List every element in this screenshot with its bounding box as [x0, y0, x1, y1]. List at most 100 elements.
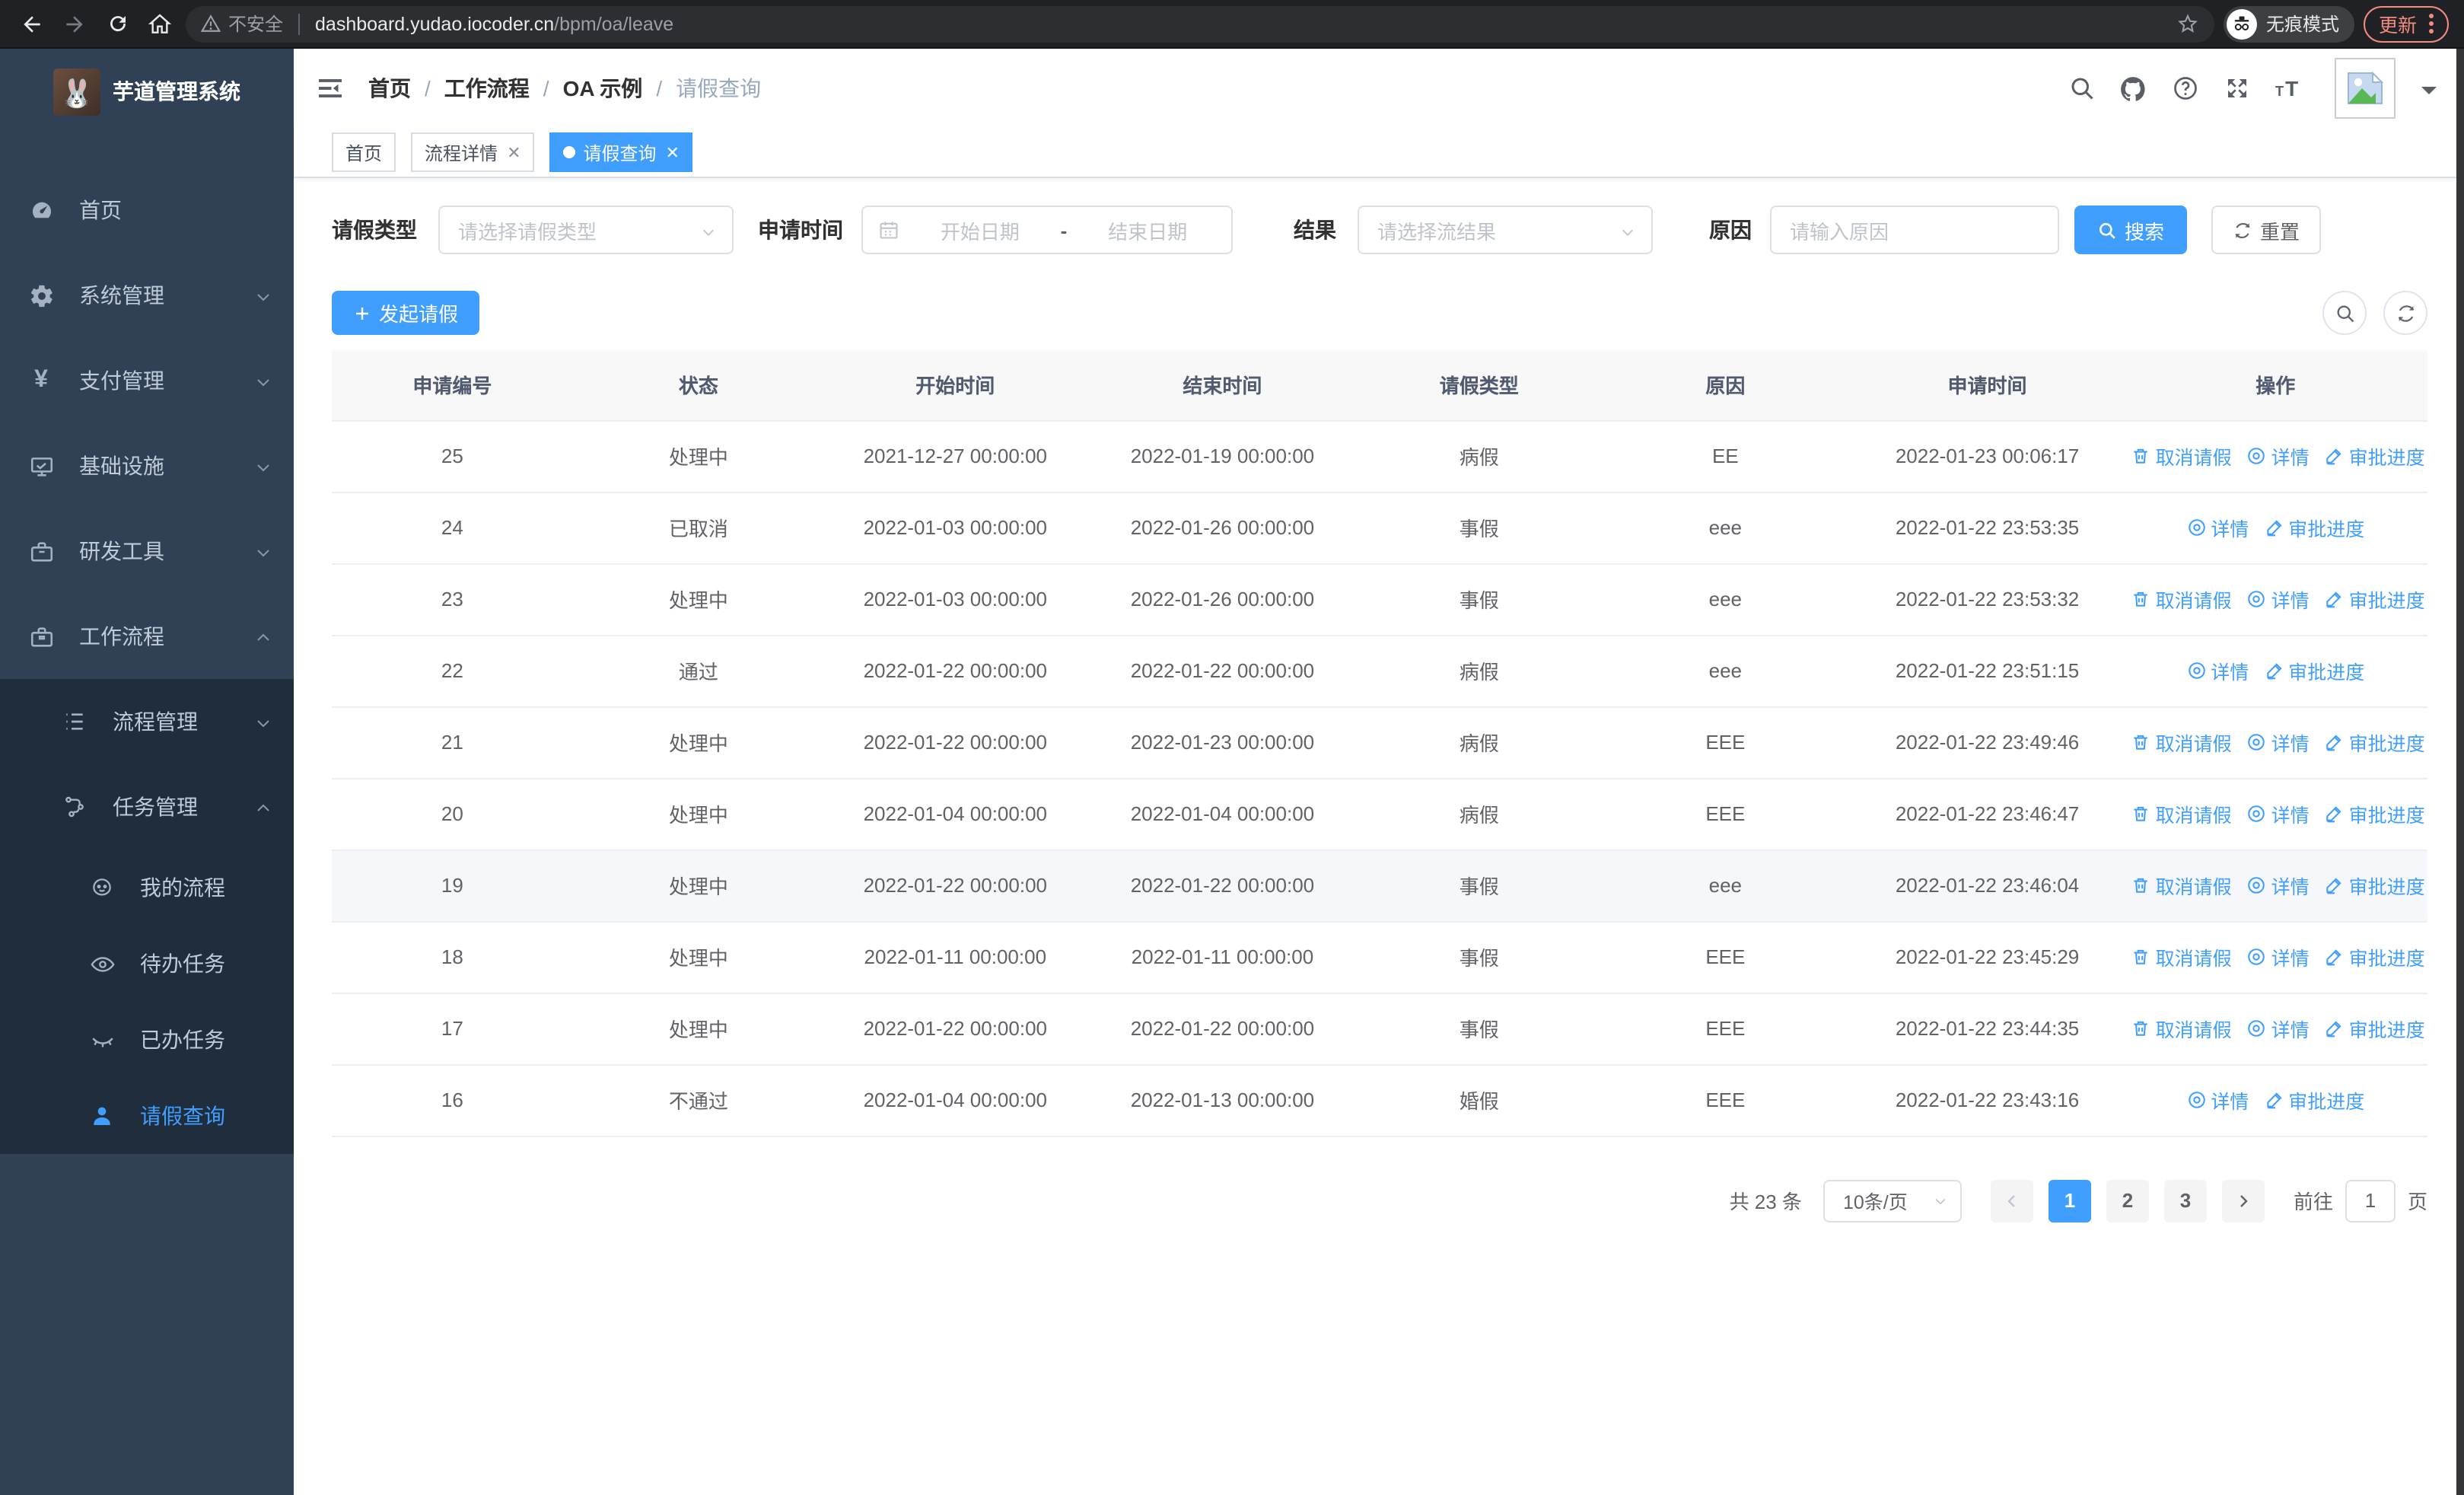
- page-button-2[interactable]: 2: [2106, 1179, 2149, 1222]
- tags-bar: 首页 流程详情 ✕ 请假查询 ✕: [294, 128, 2464, 178]
- eye-icon: [2248, 734, 2265, 751]
- sidebar-item-process-mgmt[interactable]: 流程管理: [0, 679, 294, 764]
- forward-icon[interactable]: [58, 7, 91, 40]
- url-text[interactable]: dashboard.yudao.iocoder.cn/bpm/oa/leave: [315, 13, 2167, 34]
- tab-close-icon[interactable]: ✕: [666, 142, 680, 162]
- progress-action-link[interactable]: 审批进度: [2325, 728, 2425, 757]
- breadcrumb-home[interactable]: 首页: [368, 73, 411, 104]
- progress-action-link[interactable]: 审批进度: [2264, 1085, 2364, 1114]
- detail-action-link[interactable]: 详情: [2247, 728, 2310, 757]
- page-size-select[interactable]: 10条/页: [1823, 1179, 1962, 1222]
- detail-action-link[interactable]: 详情: [2247, 799, 2310, 828]
- detail-action-link[interactable]: 详情: [2247, 441, 2310, 470]
- cancel-action-link[interactable]: 取消请假: [2131, 799, 2232, 828]
- reload-icon[interactable]: [100, 7, 134, 40]
- search-button[interactable]: 搜索: [2074, 206, 2188, 254]
- sidebar-item-devtools[interactable]: 研发工具: [0, 508, 294, 594]
- window-scrollbar[interactable]: [2456, 49, 2464, 1495]
- cell-reason: EEE: [1600, 993, 1851, 1065]
- apply-time-range-picker[interactable]: 开始日期 - 结束日期: [861, 206, 1233, 254]
- progress-action-link[interactable]: 审批进度: [2264, 656, 2364, 685]
- sidebar-item-leave-query[interactable]: 请假查询: [0, 1078, 294, 1154]
- progress-action-link[interactable]: 审批进度: [2325, 585, 2425, 614]
- tab-process-detail[interactable]: 流程详情 ✕: [411, 132, 535, 172]
- detail-action-link[interactable]: 详情: [2247, 871, 2310, 900]
- cancel-action-link[interactable]: 取消请假: [2131, 1014, 2232, 1043]
- detail-action-link[interactable]: 详情: [2186, 513, 2249, 542]
- progress-action-link[interactable]: 审批进度: [2325, 441, 2425, 470]
- sidebar-item-system[interactable]: 系统管理: [0, 253, 294, 338]
- cancel-action-link[interactable]: 取消请假: [2131, 441, 2232, 470]
- eye-icon: [2248, 948, 2265, 965]
- cancel-action-link[interactable]: 取消请假: [2131, 942, 2232, 971]
- goto-page-input[interactable]: 1: [2345, 1179, 2396, 1222]
- cell-status: 处理中: [572, 420, 825, 492]
- sidebar-menu: 首页 系统管理 ¥ 支付管理 基础设施 研发工具 工作流程 流程管理 任务管理 …: [0, 167, 294, 1154]
- next-page-button[interactable]: [2221, 1179, 2265, 1222]
- tab-leave-query[interactable]: 请假查询 ✕: [549, 132, 693, 172]
- breadcrumb-oa[interactable]: OA 示例: [563, 73, 643, 104]
- total-count: 共 23 条: [1729, 1191, 1802, 1213]
- sidebar-fold-icon[interactable]: [317, 75, 344, 102]
- detail-action-link[interactable]: 详情: [2186, 656, 2249, 685]
- create-leave-button[interactable]: 发起请假: [332, 291, 480, 335]
- progress-action-link[interactable]: 审批进度: [2325, 799, 2425, 828]
- font-size-icon[interactable]: TT: [2274, 74, 2303, 103]
- cell-start-time: 2022-01-22 00:00:00: [824, 993, 1087, 1065]
- table-body: 25 处理中 2021-12-27 00:00:00 2022-01-19 00:00…: [332, 420, 2427, 1136]
- app-logo[interactable]: 芋道管理系统: [0, 49, 294, 134]
- toggle-search-button[interactable]: [2322, 291, 2367, 335]
- date-start-placeholder[interactable]: 开始日期: [912, 215, 1049, 244]
- reset-button[interactable]: 重置: [2211, 206, 2322, 254]
- security-warning[interactable]: 不安全: [201, 11, 283, 37]
- tab-label: 首页: [345, 142, 383, 164]
- progress-action-link[interactable]: 审批进度: [2325, 942, 2425, 971]
- sidebar-item-home[interactable]: 首页: [0, 167, 294, 253]
- trash-icon: [2134, 1021, 2148, 1036]
- cancel-action-link[interactable]: 取消请假: [2131, 871, 2232, 900]
- reason-input[interactable]: 请输入原因: [1770, 206, 2059, 254]
- sidebar-item-done-tasks[interactable]: 已办任务: [0, 1002, 294, 1078]
- avatar[interactable]: [2335, 58, 2396, 119]
- sidebar-item-my-process[interactable]: 我的流程: [0, 850, 294, 926]
- progress-action-link[interactable]: 审批进度: [2325, 871, 2425, 900]
- calendar-icon: [878, 219, 899, 241]
- back-icon[interactable]: [15, 7, 49, 40]
- result-select[interactable]: 请选择流结果: [1358, 206, 1653, 254]
- cell-leave-type: 病假: [1358, 420, 1600, 492]
- bookmark-star-icon[interactable]: [2176, 10, 2199, 37]
- page-button-3[interactable]: 3: [2163, 1179, 2207, 1222]
- help-icon[interactable]: [2170, 74, 2199, 103]
- page-button-1[interactable]: 1: [2048, 1179, 2091, 1222]
- cancel-action-link[interactable]: 取消请假: [2131, 585, 2232, 614]
- browser-update-button[interactable]: 更新: [2363, 5, 2449, 42]
- prev-page-button[interactable]: [1990, 1179, 2033, 1222]
- tab-home[interactable]: 首页: [332, 132, 396, 172]
- detail-action-link[interactable]: 详情: [2247, 585, 2310, 614]
- sidebar-item-workflow[interactable]: 工作流程: [0, 594, 294, 679]
- github-icon[interactable]: [2119, 74, 2147, 103]
- browser-menu-icon[interactable]: [2429, 14, 2434, 33]
- progress-action-link[interactable]: 审批进度: [2325, 1014, 2425, 1043]
- progress-action-link[interactable]: 审批进度: [2264, 513, 2364, 542]
- sidebar-item-infra[interactable]: 基础设施: [0, 423, 294, 508]
- address-bar[interactable]: 不安全 dashboard.yudao.iocoder.cn/bpm/oa/le…: [186, 5, 2214, 42]
- cancel-action-link[interactable]: 取消请假: [2131, 728, 2232, 757]
- refresh-table-button[interactable]: [2383, 291, 2427, 335]
- sidebar-item-task-mgmt[interactable]: 任务管理: [0, 764, 294, 850]
- detail-action-link[interactable]: 详情: [2186, 1085, 2249, 1114]
- date-end-placeholder[interactable]: 结束日期: [1079, 215, 1216, 244]
- breadcrumb-workflow[interactable]: 工作流程: [444, 73, 530, 104]
- tab-close-icon[interactable]: ✕: [507, 142, 520, 162]
- leave-type-select[interactable]: 请选择请假类型: [438, 206, 734, 254]
- avatar-caret-icon[interactable]: [2421, 87, 2437, 102]
- fullscreen-icon[interactable]: [2222, 74, 2251, 103]
- cell-actions: 取消请假 详情 审批进度: [2123, 993, 2427, 1065]
- detail-action-link[interactable]: 详情: [2247, 942, 2310, 971]
- sidebar-item-payment[interactable]: ¥ 支付管理: [0, 338, 294, 423]
- home-icon[interactable]: [143, 7, 177, 40]
- header-search-icon[interactable]: [2067, 74, 2096, 103]
- trash-icon: [2134, 949, 2148, 964]
- sidebar-item-todo-tasks[interactable]: 待办任务: [0, 926, 294, 1002]
- detail-action-link[interactable]: 详情: [2247, 1014, 2310, 1043]
